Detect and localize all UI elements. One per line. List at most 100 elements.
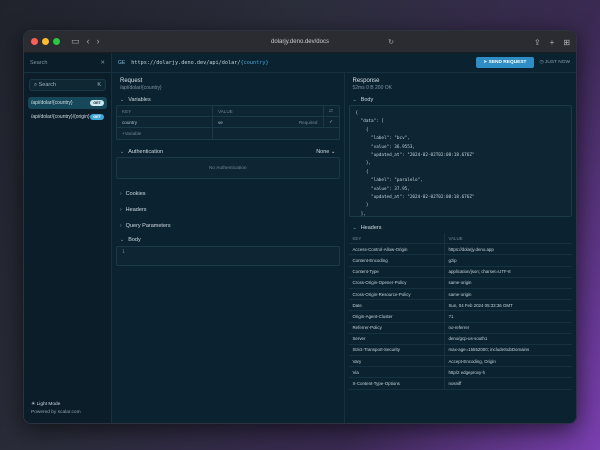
json-line: "label": "paralelo", (355, 178, 423, 184)
auth-section-toggle[interactable]: ⌄ Authentication None ⌄ (116, 147, 340, 157)
header-row: Content-Type application/json; charset=UT… (348, 266, 572, 278)
header-row: Server deno/gcp-us-south1 (348, 333, 572, 345)
query-section-toggle[interactable]: › Query Parameters (116, 218, 340, 234)
header-key: X-Content-Type-Options (349, 378, 445, 389)
header-row: Origin-Agent-Cluster ?1 (348, 311, 572, 323)
request-bar: GE https://dolarjy.deno.dev/api/dolar/{c… (112, 53, 576, 73)
new-tab-icon[interactable]: + (550, 38, 555, 47)
header-key: Access-Control-Allow-Origin (349, 244, 445, 255)
header-value: Accept-Encoding, Origin (448, 358, 496, 364)
header-value: Sun, 04 Feb 2024 05:33:36 GMT (448, 302, 513, 308)
sidebar-item-label: /api/dolar/{country} (31, 100, 73, 106)
share-icon[interactable]: ⇪ (534, 38, 541, 47)
sidebar-item-label: /api/dolar/{country}/{origin} (31, 114, 90, 120)
var-key[interactable]: country (117, 117, 213, 127)
json-line: "value": 36.9553, (355, 144, 415, 150)
method-badge: GET (90, 114, 104, 120)
header-row: Strict-Transport-Security max-age=1555200… (348, 344, 572, 357)
header-key: Content-Encoding (349, 255, 445, 266)
address-bar[interactable]: dolarjy.deno.dev/docs ↻ (200, 35, 400, 49)
sidebar-search-label: Search (30, 59, 48, 66)
chevron-down-icon: ⌄ (120, 149, 125, 155)
header-value-column: VALUE (448, 235, 463, 241)
body-section-toggle[interactable]: ⌄ Body (116, 234, 340, 246)
chevron-down-icon: ⌄ (120, 97, 125, 103)
var-value-header: VALUE (218, 108, 233, 114)
header-key: Strict-Transport-Security (349, 344, 445, 356)
header-value: nosniff (448, 381, 462, 387)
chevron-right-icon: › (120, 191, 122, 197)
header-value: http/2 edgeproxy-h (448, 369, 486, 375)
header-key-column: KEY (349, 233, 445, 244)
json-line: }, (355, 161, 372, 167)
history-button[interactable]: ◷ JUST NOW (540, 60, 571, 65)
header-value: max-age=15552000; includeSubDomains (448, 347, 530, 353)
header-value: deno/gcp-us-south1 (448, 336, 488, 342)
var-checkbox[interactable]: ✓ (322, 117, 339, 127)
chevron-right-icon: › (120, 207, 122, 213)
variables-table: KEY VALUE ⇄ country ve Required ✓ + Varia… (116, 105, 340, 140)
header-key: Referrer-Policy (349, 322, 445, 333)
zoom-window-dot[interactable] (53, 38, 60, 45)
header-key: Vary (349, 356, 445, 367)
chevron-down-icon: ⌄ (352, 225, 357, 231)
forward-icon[interactable]: › (97, 37, 100, 46)
cookies-section-toggle[interactable]: › Cookies (116, 186, 340, 202)
header-row: X-Content-Type-Options nosniff (348, 378, 572, 390)
response-headers-table: KEY VALUE Access-Control-Allow-Origin htt… (348, 233, 572, 390)
response-title: Response (352, 78, 380, 84)
json-line: } (355, 203, 369, 209)
tab-overview-icon[interactable]: ⊞ (563, 38, 570, 47)
back-icon[interactable]: ‹ (87, 37, 90, 46)
sidebar-item-dolar-country[interactable]: /api/dolar/{country} GET (28, 97, 107, 109)
headers-section-toggle[interactable]: › Headers (116, 202, 340, 218)
search-input[interactable]: ⌕ Search K (29, 79, 106, 91)
search-shortcut: K (97, 82, 101, 88)
response-body-toggle[interactable]: ⌄ Body (349, 95, 573, 105)
request-title: Request (120, 78, 143, 84)
search-placeholder: Search (38, 81, 57, 88)
method-badge: GET (90, 100, 104, 106)
add-variable-input[interactable]: + Variable (117, 128, 213, 139)
auth-mode-select[interactable]: None ⌄ (316, 149, 335, 155)
light-mode-toggle[interactable]: ☀ Light Mode (31, 401, 81, 409)
header-row: Via http/2 edgeproxy-h (348, 367, 572, 379)
header-row: Vary Accept-Encoding, Origin (348, 356, 572, 368)
chevron-right-icon: › (120, 223, 122, 229)
json-line: "updated_at": "2024-02-02T02:08:18.676Z" (355, 153, 475, 159)
send-request-button[interactable]: ➤ SEND REQUEST (476, 57, 534, 68)
json-line: { (355, 111, 359, 116)
header-value: gzip (448, 257, 457, 263)
request-url[interactable]: https://dolarjy.deno.dev/api/dolar/{coun… (131, 60, 470, 66)
sidebar: Search ✕ ⌕ Search K /api/dolar/{country}… (24, 53, 112, 423)
address-text: dolarjy.deno.dev/docs (271, 39, 329, 45)
json-line: "value": 37.95, (355, 186, 410, 192)
close-icon[interactable]: ✕ (100, 60, 105, 66)
var-key-header: KEY (117, 106, 213, 116)
response-headers-toggle[interactable]: ⌄ Headers (349, 223, 573, 233)
request-body-editor[interactable]: 1 (116, 246, 340, 266)
json-line: "updated_at": "2024-02-02T02:08:18.676Z" (355, 195, 475, 201)
var-value[interactable]: ve Required (213, 117, 323, 127)
reload-icon[interactable]: ↻ (388, 38, 394, 46)
request-path: /api/dolar/{country} (120, 85, 162, 91)
header-value: no-referrer (448, 325, 470, 331)
sidebar-toggle-icon[interactable]: ▭ (71, 37, 80, 46)
header-key: Via (349, 367, 445, 378)
header-row: Content-Encoding gzip (348, 255, 572, 267)
header-key: Cross-Origin-Resource-Policy (349, 288, 445, 300)
header-value: ?1 (448, 313, 454, 319)
var-menu-icon[interactable]: ⇄ (322, 106, 339, 116)
header-key: Cross-Origin-Opener-Policy (349, 277, 445, 288)
header-key: Content-Type (349, 266, 445, 277)
header-value: same-origin (448, 280, 472, 286)
close-window-dot[interactable] (31, 38, 38, 45)
variables-section-toggle[interactable]: ⌄ Variables (116, 95, 340, 105)
sidebar-item-dolar-country-origin[interactable]: /api/dolar/{country}/{origin} GET (28, 111, 107, 123)
minimize-window-dot[interactable] (42, 38, 49, 45)
request-pane: Request /api/dolar/{country} ⌄ Variables … (112, 73, 345, 423)
json-line: { (355, 169, 369, 175)
method-selector[interactable]: GE (118, 60, 125, 66)
header-value: application/json; charset=UTF-8 (448, 269, 511, 275)
header-row: Date Sun, 04 Feb 2024 05:33:36 GMT (348, 300, 572, 312)
